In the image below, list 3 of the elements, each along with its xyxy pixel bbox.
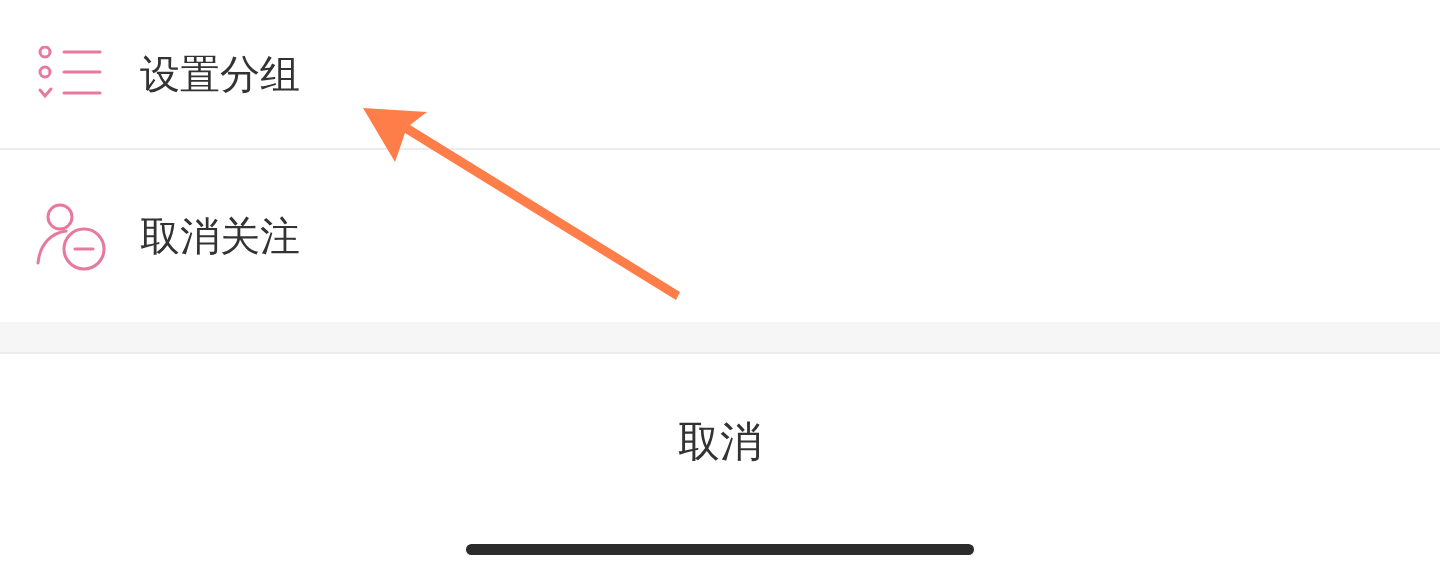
menu-item[interactable]: 取消关注	[0, 150, 1440, 322]
user-remove-icon	[36, 201, 108, 271]
cancel-button[interactable]: 取消	[0, 354, 1440, 526]
